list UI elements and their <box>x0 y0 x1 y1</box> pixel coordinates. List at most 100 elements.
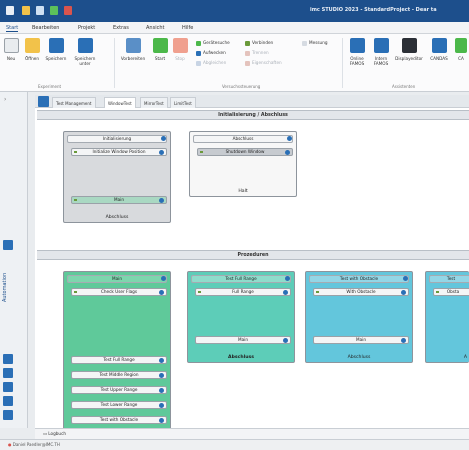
drag-handle-icon[interactable] <box>200 151 203 153</box>
settings-icon[interactable] <box>403 276 408 281</box>
drag-handle-icon[interactable] <box>436 291 439 293</box>
display-editor-button[interactable]: Displayeditor <box>394 38 424 80</box>
step-check-user-flags[interactable]: Check User Flags <box>71 288 167 296</box>
play-icon[interactable] <box>50 6 58 15</box>
block-main-procedure[interactable]: Main Check User Flags Test Full Range Te… <box>63 271 171 431</box>
block-initialisierung[interactable]: Initialisierung Initialize Window Positi… <box>63 131 171 223</box>
device-search-button[interactable]: Gerätesuche <box>196 40 230 46</box>
step-main[interactable]: Main <box>71 196 167 204</box>
properties-button[interactable]: Eigenschaften <box>245 60 282 66</box>
menu-projekt[interactable]: Projekt <box>78 25 95 31</box>
candas-icon <box>431 38 447 53</box>
block-head: Main <box>67 275 167 283</box>
automation-side-tab[interactable]: Automation <box>2 242 14 332</box>
ca-button[interactable]: CA <box>454 38 468 80</box>
log-panel-tab[interactable]: ▭ Logbuch <box>35 428 469 439</box>
stop-button[interactable]: Stop <box>171 38 189 80</box>
candas-button[interactable]: CANDAS <box>426 38 452 80</box>
block-test-full-range[interactable]: Test Full Range Full Range Main Abschlus… <box>187 271 295 363</box>
calibrate-button[interactable]: Abgleichen <box>196 60 226 66</box>
side-tool-icon[interactable] <box>3 410 13 420</box>
connect-button[interactable]: Verbinden <box>245 40 273 46</box>
intern-famos-button[interactable]: Intern FAMOS <box>370 38 392 80</box>
app-menu-icon[interactable] <box>6 6 14 15</box>
side-tool-icon[interactable] <box>3 354 13 364</box>
step-main[interactable]: Main <box>313 336 409 344</box>
menu-start[interactable]: Start <box>6 25 19 32</box>
step-shutdown-window[interactable]: Shutdown Window <box>197 148 293 156</box>
prepare-button[interactable]: Vorbereiten <box>118 38 148 80</box>
step-test-lower-range[interactable]: Test Lower Range <box>71 401 167 409</box>
side-tool-icon[interactable] <box>3 396 13 406</box>
online-famos-button[interactable]: Online FAMOS <box>346 38 368 80</box>
settings-icon[interactable] <box>285 150 290 155</box>
step-initialize-window-position[interactable]: Initialize Window Position <box>71 148 167 156</box>
group-experiment-label: Experiment <box>38 84 62 89</box>
settings-icon[interactable] <box>159 198 164 203</box>
collapse-chevron-icon[interactable]: › <box>4 96 6 103</box>
stop-icon[interactable] <box>64 6 72 15</box>
tab-mirror-test[interactable]: MirrorTest <box>140 97 168 108</box>
settings-icon[interactable] <box>285 276 290 281</box>
drag-handle-icon[interactable] <box>74 151 77 153</box>
step-full-range[interactable]: Full Range <box>195 288 291 296</box>
drag-handle-icon[interactable] <box>316 291 319 293</box>
settings-icon[interactable] <box>159 290 164 295</box>
menu-bar: Start Bearbeiten Projekt Extras Ansicht … <box>0 22 469 34</box>
step-main[interactable]: Main <box>195 336 291 344</box>
settings-icon[interactable] <box>159 388 164 393</box>
block-head: Initialisierung <box>67 135 167 143</box>
save-icon[interactable] <box>36 6 44 15</box>
measurement-button[interactable]: Messung <box>302 40 328 46</box>
start-button[interactable]: Start <box>151 38 169 80</box>
properties-icon <box>245 60 250 66</box>
automation-icon[interactable] <box>3 240 13 250</box>
tab-window-test[interactable]: WindowTest <box>104 97 136 108</box>
prepare-icon <box>125 38 141 53</box>
side-tool-icon[interactable] <box>3 368 13 378</box>
folder-icon[interactable] <box>22 6 30 15</box>
tab-limit-test[interactable]: LimitTest <box>170 97 196 108</box>
settings-icon[interactable] <box>287 136 292 141</box>
settings-icon[interactable] <box>401 338 406 343</box>
drag-handle-icon[interactable] <box>74 291 77 293</box>
block-head: Test Full Range <box>191 275 291 283</box>
settings-icon[interactable] <box>283 290 288 295</box>
settings-icon[interactable] <box>161 136 166 141</box>
settings-icon[interactable] <box>159 150 164 155</box>
settings-icon[interactable] <box>401 290 406 295</box>
sequencer-icon[interactable] <box>38 96 49 107</box>
step-with-obstacle[interactable]: With Obstacle <box>313 288 409 296</box>
side-tool-icon[interactable] <box>3 382 13 392</box>
device-search-icon <box>196 40 201 46</box>
new-button[interactable]: Neu <box>3 38 19 80</box>
open-button[interactable]: Öffnen <box>21 38 43 80</box>
step-test-middle-region[interactable]: Test Middle Region <box>71 371 167 379</box>
wake-button[interactable]: Aufwecken <box>196 50 226 56</box>
block-abschluss[interactable]: Abschluss Shutdown Window Halt <box>189 131 297 197</box>
settings-icon[interactable] <box>159 373 164 378</box>
measurement-icon <box>302 40 307 46</box>
menu-bearbeiten[interactable]: Bearbeiten <box>32 25 59 31</box>
settings-icon[interactable] <box>161 276 166 281</box>
tab-test-management[interactable]: Test Management <box>52 97 96 108</box>
save-button[interactable]: Speichern <box>44 38 68 80</box>
step-test-full-range[interactable]: Test Full Range <box>71 356 167 364</box>
settings-icon[interactable] <box>159 418 164 423</box>
settings-icon[interactable] <box>283 338 288 343</box>
drag-handle-icon[interactable] <box>74 199 77 201</box>
step-obstacle-partial[interactable]: Obsta <box>433 288 469 296</box>
block-test-with-obstacle[interactable]: Test with Obstacle With Obstacle Main Ab… <box>305 271 413 363</box>
settings-icon[interactable] <box>159 358 164 363</box>
block-foot: Abschluss <box>228 355 254 360</box>
drag-handle-icon[interactable] <box>198 291 201 293</box>
block-test-partial[interactable]: Test Obsta A <box>425 271 469 363</box>
step-test-upper-range[interactable]: Test Upper Range <box>71 386 167 394</box>
step-test-with-obstacle[interactable]: Test with Obstacle <box>71 416 167 424</box>
menu-extras[interactable]: Extras <box>113 25 129 31</box>
settings-icon[interactable] <box>159 403 164 408</box>
disconnect-button[interactable]: Trennen <box>245 50 269 56</box>
save-as-button[interactable]: Speichern unter <box>70 38 100 80</box>
menu-hilfe[interactable]: Hilfe <box>182 25 193 31</box>
menu-ansicht[interactable]: Ansicht <box>146 25 164 31</box>
